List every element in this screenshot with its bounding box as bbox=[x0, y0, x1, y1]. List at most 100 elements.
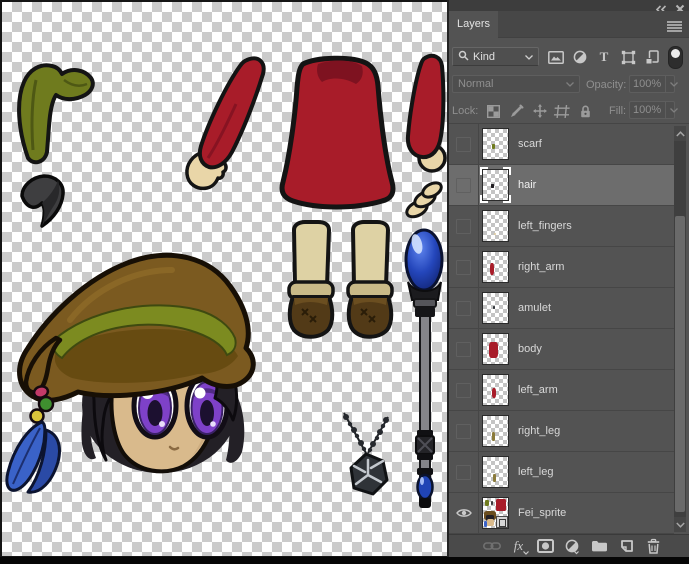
layer-row-body[interactable]: body bbox=[449, 329, 674, 370]
layer-thumbnail[interactable] bbox=[482, 456, 509, 488]
visibility-well bbox=[456, 465, 471, 480]
layer-name: left_arm bbox=[518, 384, 558, 396]
pixel-layer-filter-icon[interactable] bbox=[544, 51, 568, 64]
lock-paint-icon[interactable] bbox=[505, 104, 528, 118]
scroll-down-arrow[interactable] bbox=[674, 517, 686, 532]
layer-name: right_arm bbox=[518, 261, 564, 273]
visibility-toggle[interactable] bbox=[449, 452, 479, 492]
thumbnail-mark bbox=[494, 233, 497, 235]
layer-thumbnail[interactable] bbox=[482, 333, 509, 365]
opacity-field: 100% bbox=[629, 75, 675, 93]
amulet-art[interactable] bbox=[343, 413, 389, 494]
left-fingers-art[interactable] bbox=[404, 180, 443, 220]
layer-row-amulet[interactable]: amulet bbox=[449, 288, 674, 329]
layer-row-right_leg[interactable]: right_leg bbox=[449, 411, 674, 452]
layer-row-Fei_sprite[interactable]: Fei_sprite bbox=[449, 493, 674, 534]
layer-name: hair bbox=[518, 179, 536, 191]
new-layer-icon[interactable] bbox=[618, 539, 635, 553]
thumbnail-mark bbox=[490, 263, 494, 274]
layer-thumbnail[interactable] bbox=[482, 210, 509, 242]
visibility-toggle[interactable] bbox=[449, 370, 479, 410]
visibility-toggle[interactable] bbox=[449, 288, 479, 328]
chevron-down-icon bbox=[525, 51, 533, 63]
smart-object-filter-icon[interactable] bbox=[640, 50, 664, 65]
layer-thumbnail[interactable] bbox=[482, 128, 509, 160]
opacity-value: 100% bbox=[633, 78, 661, 90]
layer-row-left_arm[interactable]: left_arm bbox=[449, 370, 674, 411]
right-leg-art[interactable] bbox=[289, 222, 333, 337]
visibility-toggle[interactable] bbox=[449, 124, 479, 164]
lock-all-icon[interactable] bbox=[574, 105, 597, 118]
filter-toggle-switch[interactable] bbox=[668, 46, 683, 69]
layers-panel: Layers Kind bbox=[447, 0, 689, 564]
layer-row-left_fingers[interactable]: left_fingers bbox=[449, 206, 674, 247]
adjustment-layer-filter-icon[interactable] bbox=[568, 50, 592, 64]
layer-thumbnail[interactable] bbox=[482, 251, 509, 283]
thumbnail-mark bbox=[484, 521, 487, 526]
left-arm-art[interactable] bbox=[187, 58, 264, 188]
tab-layers[interactable]: Layers bbox=[449, 11, 498, 38]
visibility-well bbox=[456, 178, 471, 193]
layer-thumbnail[interactable] bbox=[482, 292, 509, 324]
body-tunic-art[interactable] bbox=[282, 58, 393, 207]
visibility-toggle[interactable] bbox=[449, 165, 479, 205]
visibility-toggle[interactable] bbox=[449, 247, 479, 287]
thumbnail-mark bbox=[496, 499, 506, 511]
right-arm-art[interactable] bbox=[408, 56, 445, 171]
filter-row: Kind T bbox=[449, 38, 689, 71]
selected-thumb-bracket bbox=[480, 167, 488, 175]
link-layers-icon[interactable] bbox=[483, 541, 500, 551]
delete-layer-icon[interactable] bbox=[645, 539, 662, 554]
layer-name: left_fingers bbox=[518, 220, 572, 232]
thumbnail-mark bbox=[491, 501, 494, 505]
lock-position-icon[interactable] bbox=[528, 104, 551, 118]
new-adjustment-layer-icon[interactable] bbox=[564, 539, 581, 554]
visibility-toggle[interactable] bbox=[449, 411, 479, 451]
lock-label: Lock: bbox=[452, 105, 478, 117]
visibility-well bbox=[456, 219, 471, 234]
layer-row-left_leg[interactable]: left_leg bbox=[449, 452, 674, 493]
visibility-well bbox=[456, 424, 471, 439]
shape-layer-filter-icon[interactable] bbox=[616, 50, 640, 65]
visibility-well bbox=[456, 342, 471, 357]
kind-filter-dropdown[interactable]: Kind bbox=[452, 47, 539, 66]
layer-thumbnail[interactable] bbox=[482, 497, 509, 529]
left-leg-art[interactable] bbox=[348, 222, 392, 337]
sprite-canvas[interactable] bbox=[2, 2, 447, 557]
visibility-toggle[interactable] bbox=[449, 493, 479, 533]
scarf-art[interactable] bbox=[19, 65, 93, 162]
hair-tuft-art[interactable] bbox=[22, 176, 63, 226]
head-art[interactable] bbox=[7, 255, 253, 492]
layer-row-scarf[interactable]: scarf bbox=[449, 124, 674, 165]
blend-mode-value: Normal bbox=[458, 78, 493, 90]
staff-art[interactable] bbox=[406, 230, 442, 508]
visibility-toggle[interactable] bbox=[449, 329, 479, 369]
visibility-toggle[interactable] bbox=[449, 206, 479, 246]
layer-name: Fei_sprite bbox=[518, 507, 566, 519]
document-canvas[interactable] bbox=[2, 2, 447, 558]
add-layer-mask-icon[interactable] bbox=[537, 539, 554, 553]
scrollbar-thumb[interactable] bbox=[675, 216, 685, 512]
fill-label: Fill: bbox=[609, 105, 626, 117]
lock-artboard-icon[interactable] bbox=[551, 105, 574, 118]
layers-scrollbar[interactable] bbox=[674, 126, 686, 532]
visibility-well bbox=[456, 260, 471, 275]
layer-thumbnail[interactable] bbox=[482, 374, 509, 406]
layer-name: body bbox=[518, 343, 542, 355]
layers-list: scarf hair left_fingers right_arm amulet… bbox=[449, 124, 689, 534]
visibility-well bbox=[456, 301, 471, 316]
lock-transparency-icon[interactable] bbox=[482, 105, 505, 118]
fill-value: 100% bbox=[633, 104, 661, 116]
layer-thumbnail[interactable] bbox=[482, 415, 509, 447]
search-icon bbox=[458, 50, 469, 64]
layer-style-fx-icon[interactable]: fx bbox=[510, 538, 527, 554]
layer-name: left_leg bbox=[518, 466, 553, 478]
layers-bottom-toolbar: fx bbox=[449, 534, 689, 557]
layer-row-right_arm[interactable]: right_arm bbox=[449, 247, 674, 288]
layer-row-hair[interactable]: hair bbox=[449, 165, 674, 206]
new-group-icon[interactable] bbox=[591, 540, 608, 552]
type-layer-filter-icon[interactable]: T bbox=[592, 49, 616, 65]
scroll-up-arrow[interactable] bbox=[674, 126, 686, 141]
layer-thumbnail[interactable] bbox=[482, 169, 509, 201]
panel-menu-icon[interactable] bbox=[667, 19, 682, 37]
